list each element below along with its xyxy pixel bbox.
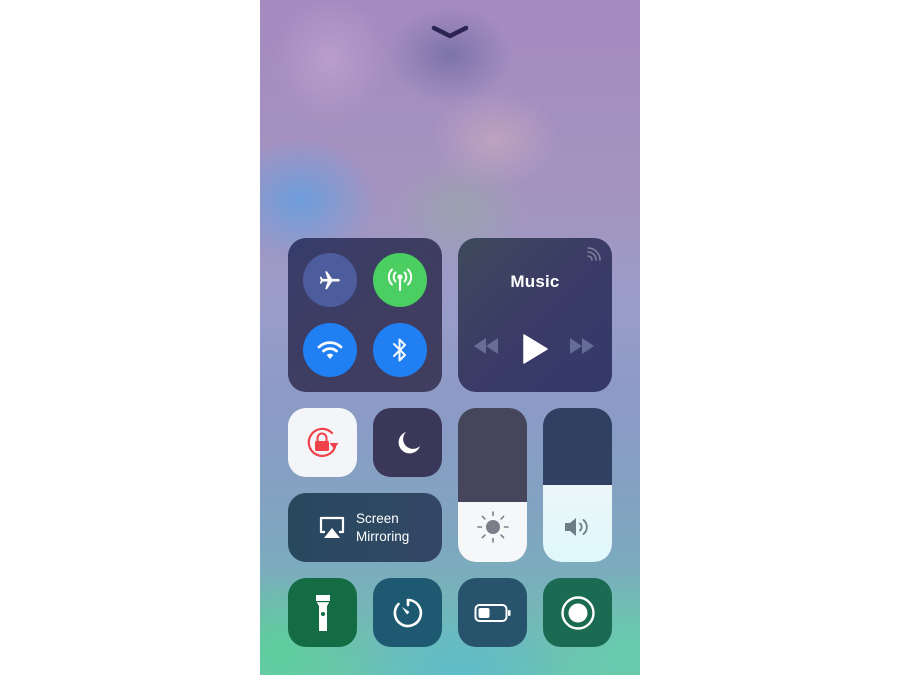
play-button[interactable] [520, 332, 550, 366]
wifi-toggle[interactable] [303, 323, 357, 377]
control-center: Music Screen Mirroring [260, 0, 640, 675]
flashlight-button[interactable] [288, 578, 357, 647]
screen-mirroring-label: Screen Mirroring [356, 510, 409, 546]
screen-mirroring-line1: Screen [356, 511, 399, 526]
airplane-icon [319, 271, 340, 290]
screen-mirroring-button[interactable]: Screen Mirroring [288, 493, 442, 562]
battery-icon [474, 603, 510, 622]
previous-track-button[interactable] [472, 335, 500, 357]
timer-button[interactable] [373, 578, 442, 647]
screen-mirroring-line2: Mirroring [356, 529, 410, 544]
volume-slider[interactable] [543, 408, 612, 562]
timer-icon [393, 598, 422, 627]
antenna-icon [387, 268, 413, 292]
rewind-icon [474, 338, 498, 354]
connectivity-panel [288, 238, 442, 392]
music-player[interactable]: Music [458, 238, 612, 392]
speaker-icon [564, 518, 588, 536]
music-title: Music [510, 272, 560, 291]
moon-icon [398, 431, 420, 453]
play-icon [523, 334, 548, 364]
next-track-button[interactable] [568, 335, 596, 357]
low-power-mode-button[interactable] [458, 578, 527, 647]
airplay-screen-icon [319, 516, 345, 538]
record-icon [560, 595, 595, 630]
orientation-lock-toggle[interactable] [288, 408, 357, 477]
bluetooth-icon [393, 338, 406, 362]
airplay-audio-icon[interactable] [586, 246, 602, 262]
wifi-icon [317, 341, 343, 359]
screen-recording-button[interactable] [543, 578, 612, 647]
cellular-data-toggle[interactable] [373, 253, 427, 307]
sun-icon [476, 511, 509, 543]
airplane-mode-toggle[interactable] [303, 253, 357, 307]
chevron-down-icon[interactable] [431, 25, 469, 39]
fast-forward-icon [570, 338, 594, 354]
do-not-disturb-toggle[interactable] [373, 408, 442, 477]
brightness-slider[interactable] [458, 408, 527, 562]
flashlight-icon [315, 594, 330, 631]
bluetooth-toggle[interactable] [373, 323, 427, 377]
rotation-lock-icon [307, 427, 338, 457]
